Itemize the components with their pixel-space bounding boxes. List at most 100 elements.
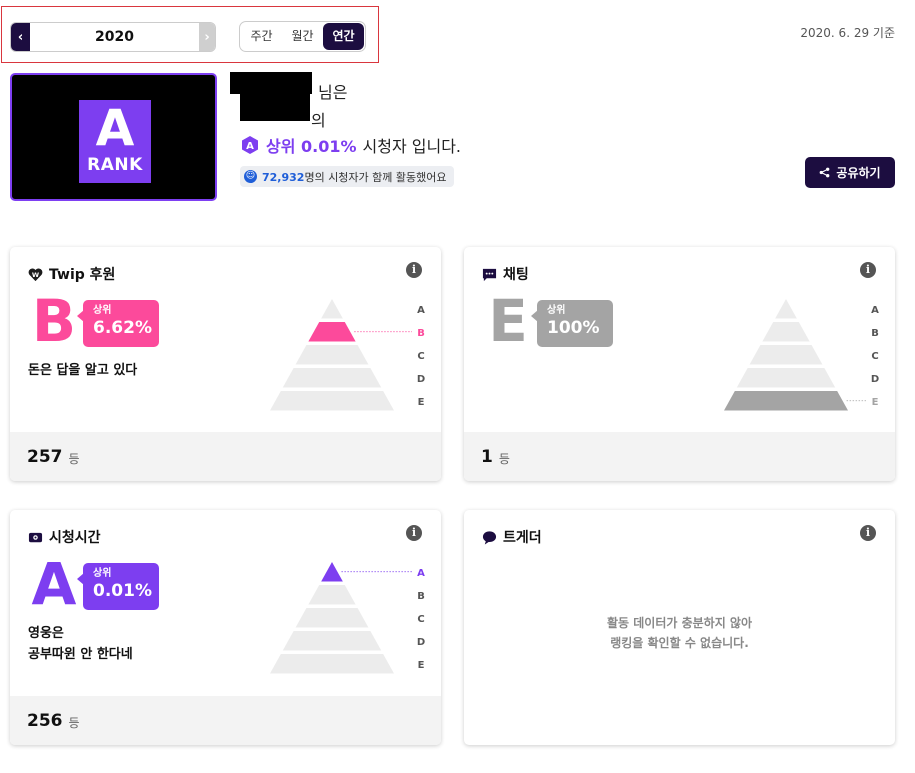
card-description: 영웅은 공부따윈 안 한다네	[28, 623, 133, 665]
share-icon	[820, 167, 830, 178]
percentile-label: 상위	[93, 568, 112, 579]
pyramid-level-c	[295, 608, 369, 628]
twip-icon: W	[28, 268, 43, 281]
rank-letter: A	[95, 99, 135, 157]
percentile-badge: 상위 6.62%	[77, 300, 159, 347]
rank-number: 1	[481, 446, 493, 467]
top-percent-line: A 상위 0.01% 시청자 입니다.	[240, 133, 461, 157]
rank-word: RANK	[87, 155, 143, 175]
viewer-count-badge: ☺ 72,932명의 시청자가 함께 활동했어요	[240, 166, 454, 187]
rank-footer: 257 등	[10, 432, 441, 481]
tv-icon	[28, 532, 43, 542]
chevron-left-icon: ‹	[17, 29, 24, 45]
no-data-message: 활동 데이터가 충분하지 않아 랭킹을 확인할 수 없습니다.	[464, 613, 895, 653]
twip-donation-card: W Twip 후원 i B 상위 6.62% 돈은 답을 알고 있다 A B C D E…	[10, 247, 441, 481]
rank-footer: 256 등	[10, 696, 441, 745]
rank-footer: 1 등	[464, 432, 895, 481]
pyramid-level-a	[321, 562, 343, 582]
svg-text:A: A	[246, 141, 254, 152]
redacted-channel	[240, 93, 310, 121]
percentile-value: 6.62%	[93, 318, 152, 338]
pyramid-level-c	[295, 345, 369, 365]
rank-unit: 등	[498, 451, 510, 466]
pyramid-label-d: D	[417, 637, 425, 648]
next-year-button[interactable]: ›	[199, 23, 215, 51]
share-button[interactable]: 공유하기	[805, 157, 895, 188]
chevron-right-icon: ›	[204, 29, 210, 45]
pyramid-label-b: B	[417, 328, 425, 339]
pyramid-level-b	[308, 322, 356, 342]
grade-pyramid: A B C D E	[270, 562, 425, 674]
year-picker: ‹ 2020 ›	[10, 22, 216, 52]
card-description: 돈은 답을 알고 있다	[28, 360, 137, 381]
card-header: 시청시간	[28, 527, 101, 547]
info-icon[interactable]: i	[860, 262, 876, 278]
as-of-date: 2020. 6. 29 기준	[800, 26, 895, 40]
grade-letter: B	[31, 287, 77, 355]
card-title: Twip 후원	[49, 267, 116, 283]
watch-time-card: 시청시간 i A 상위 0.01% 영웅은 공부따윈 안 한다네 A B C D E 2…	[10, 510, 441, 745]
chat-card: 채팅 i E 상위 100% A B C D E 1 등	[464, 247, 895, 481]
rank-number: 256	[27, 710, 63, 731]
pyramid-label-e: E	[418, 397, 425, 408]
viewer-count: 72,932	[262, 170, 305, 184]
card-header: W Twip 후원	[28, 264, 115, 284]
pyramid-level-e	[270, 391, 394, 411]
percentile-badge: 상위 0.01%	[77, 563, 159, 610]
pyramid-level-e	[270, 654, 394, 674]
no-data-line: 랭킹을 확인할 수 없습니다.	[610, 636, 749, 650]
period-tabs: 주간 월간 연간	[239, 21, 366, 52]
no-data-line: 활동 데이터가 충분하지 않아	[606, 616, 752, 630]
pyramid-label-a: A	[417, 305, 425, 316]
grade-letter: A	[31, 550, 77, 618]
smile-icon: ☺	[244, 170, 257, 183]
tab-yearly[interactable]: 연간	[323, 23, 364, 50]
rank-badge: A RANK	[79, 100, 151, 183]
card-title: 시청시간	[49, 530, 101, 546]
a-rank-icon: A	[242, 136, 258, 154]
speech-bubble-icon	[482, 530, 497, 545]
pyramid-label-c: C	[417, 351, 424, 362]
viewer-count-text: 명의 시청자가 함께 활동했어요	[304, 170, 447, 184]
rank-unit: 등	[68, 451, 80, 466]
top-percent-suffix: 시청자 입니다.	[362, 137, 462, 156]
name-suffix: 님은	[318, 83, 348, 102]
pyramid-label-c: C	[871, 351, 878, 362]
pyramid-level-d	[736, 368, 836, 388]
description-line: 돈은 답을 알고 있다	[28, 363, 138, 378]
percentile-value: 100%	[547, 318, 600, 338]
svg-text:W: W	[32, 270, 40, 278]
rank-unit: 등	[68, 715, 80, 730]
pyramid-level-c	[749, 345, 823, 365]
grade-pyramid: A B C D E	[270, 299, 425, 411]
pyramid-level-a	[775, 299, 797, 319]
info-icon[interactable]: i	[406, 525, 422, 541]
pyramid-label-a: A	[871, 305, 879, 316]
pyramid-label-b: B	[417, 591, 425, 602]
info-icon[interactable]: i	[860, 525, 876, 541]
card-header: 트게더	[482, 527, 542, 547]
pyramid-level-d	[282, 368, 382, 388]
percentile-value: 0.01%	[93, 581, 152, 601]
pyramid-level-b	[308, 585, 356, 605]
card-header: 채팅	[482, 264, 529, 284]
channel-suffix: 의	[311, 111, 326, 130]
percentile-label: 상위	[93, 305, 112, 316]
rank-card: A RANK	[10, 73, 217, 201]
pyramid-label-c: C	[417, 614, 424, 625]
pyramid-level-a	[321, 299, 343, 319]
grade-pyramid: A B C D E	[724, 299, 879, 411]
pyramid-label-d: D	[871, 374, 879, 385]
prev-year-button[interactable]: ‹	[11, 23, 30, 51]
tab-monthly[interactable]: 월간	[282, 23, 323, 50]
top-percent: 상위 0.01%	[266, 137, 357, 156]
pyramid-label-a: A	[417, 568, 425, 579]
info-icon[interactable]: i	[406, 262, 422, 278]
year-value: 2020	[95, 29, 134, 45]
tab-weekly[interactable]: 주간	[241, 23, 282, 50]
pyramid-level-b	[762, 322, 810, 342]
pyramid-level-d	[282, 631, 382, 651]
rank-number: 257	[27, 446, 63, 467]
redacted-name	[230, 72, 312, 94]
description-line: 공부따윈 안 한다네	[28, 647, 133, 662]
